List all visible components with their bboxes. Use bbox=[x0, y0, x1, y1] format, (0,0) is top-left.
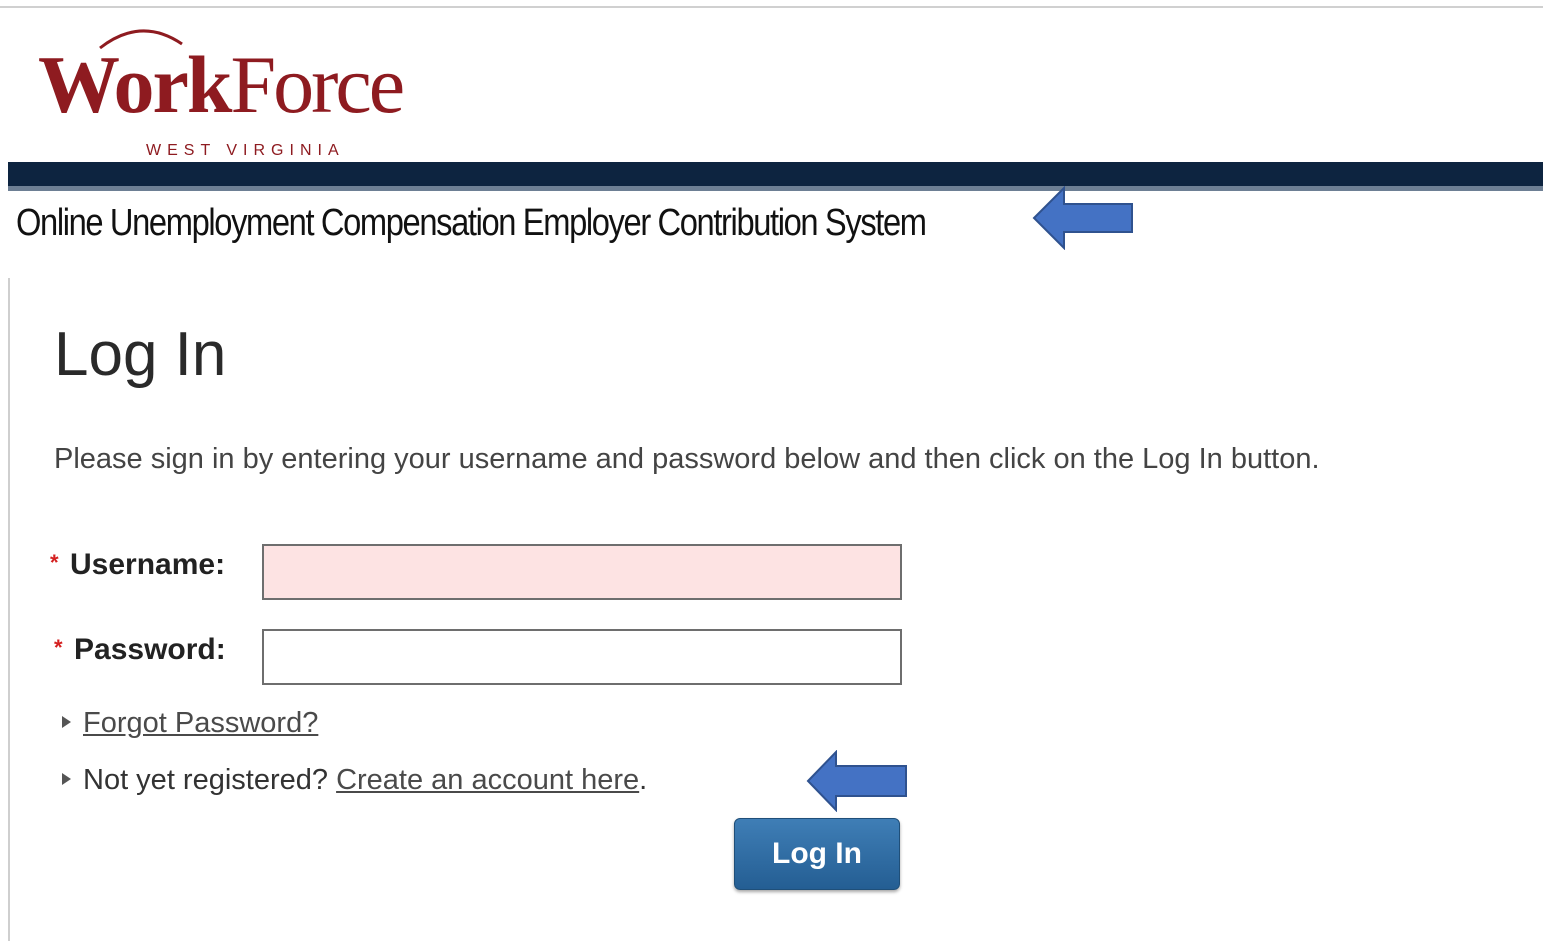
username-row: * Username: bbox=[48, 544, 908, 600]
create-account-link[interactable]: Create an account here bbox=[336, 764, 639, 796]
left-arrow-icon bbox=[806, 750, 907, 812]
system-title: Online Unemployment Compensation Employe… bbox=[16, 202, 927, 244]
required-marker: * bbox=[50, 550, 59, 575]
header-banner bbox=[8, 162, 1543, 186]
password-input[interactable] bbox=[262, 629, 902, 685]
page-title: Log In bbox=[54, 320, 227, 389]
forgot-password-row: Forgot Password? bbox=[62, 707, 318, 740]
forgot-password-link[interactable]: Forgot Password? bbox=[83, 707, 318, 739]
header-banner-rule bbox=[8, 186, 1543, 191]
username-label: Username: bbox=[70, 548, 226, 581]
register-prompt: Not yet registered? bbox=[83, 764, 329, 796]
login-instructions: Please sign in by entering your username… bbox=[54, 443, 1320, 475]
workforce-wv-logo: WorkForce WEST VIRGINIA bbox=[38, 18, 405, 159]
logo-word-force: Force bbox=[230, 39, 405, 130]
bullet-triangle-icon bbox=[62, 773, 71, 786]
logo-word-work: Work bbox=[38, 39, 232, 130]
bullet-triangle-icon bbox=[62, 716, 71, 729]
content-panel-border bbox=[8, 278, 10, 941]
left-arrow-icon bbox=[1032, 186, 1133, 250]
logo-wordmark: WorkForce bbox=[38, 39, 405, 130]
username-input[interactable] bbox=[262, 544, 902, 600]
register-row: Not yet registered? Create an account he… bbox=[62, 764, 647, 797]
required-marker: * bbox=[54, 635, 63, 660]
login-page: WorkForce WEST VIRGINIA Online Unemploym… bbox=[0, 0, 1543, 941]
password-row: * Password: bbox=[48, 629, 908, 685]
top-divider bbox=[0, 6, 1543, 8]
logo-subtitle: WEST VIRGINIA bbox=[146, 142, 345, 159]
login-button[interactable]: Log In bbox=[734, 818, 900, 890]
password-label: Password: bbox=[74, 633, 226, 666]
register-suffix: . bbox=[639, 764, 648, 796]
